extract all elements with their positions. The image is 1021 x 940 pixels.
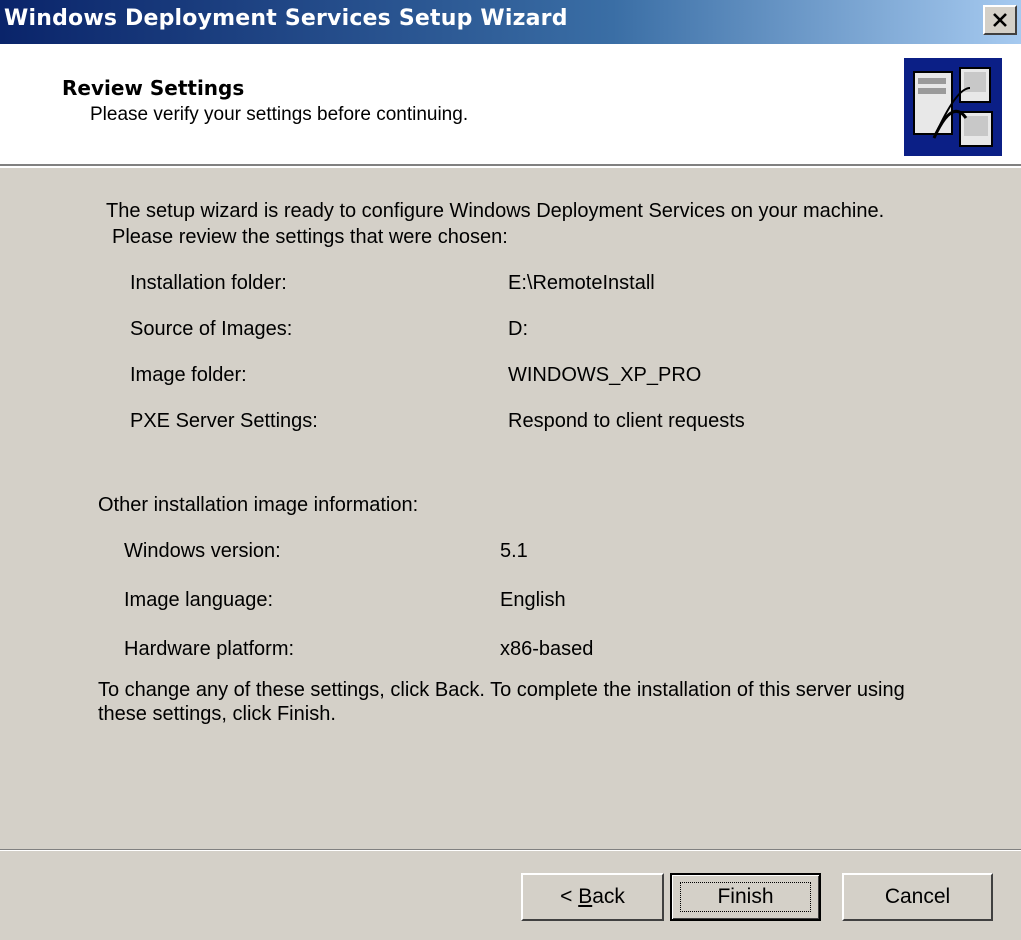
page-subtitle: Please verify your settings before conti…: [90, 104, 469, 125]
finish-button-label: Finish: [680, 882, 811, 912]
button-separator: [0, 849, 1021, 851]
close-button[interactable]: [983, 5, 1017, 35]
wizard-content: The setup wizard is ready to configure W…: [0, 168, 1021, 840]
info-label-windows-version: Windows version:: [124, 540, 281, 562]
info-value-hardware-platform: x86-based: [500, 638, 594, 660]
page-title: Review Settings: [62, 76, 245, 100]
intro-text: The setup wizard is ready to configure W…: [106, 198, 986, 250]
setting-label-installation-folder: Installation folder:: [130, 272, 287, 294]
wizard-header: Review Settings Please verify your setti…: [0, 44, 1021, 168]
intro-line-2: Please review the settings that were cho…: [112, 226, 508, 248]
setting-label-source-of-images: Source of Images:: [130, 318, 293, 340]
other-info-heading: Other installation image information:: [98, 494, 419, 516]
finish-button[interactable]: Finish: [670, 873, 821, 921]
setting-label-pxe-server: PXE Server Settings:: [130, 410, 318, 432]
window-title: Windows Deployment Services Setup Wizard: [4, 6, 568, 31]
setting-value-installation-folder: E:\RemoteInstall: [508, 272, 655, 294]
info-value-windows-version: 5.1: [500, 540, 528, 562]
close-icon: [993, 13, 1007, 27]
cancel-button[interactable]: Cancel: [842, 873, 993, 921]
intro-line-1: The setup wizard is ready to configure W…: [106, 200, 885, 222]
back-button-prefix: <: [560, 885, 579, 908]
setting-value-pxe-server: Respond to client requests: [508, 410, 745, 432]
info-label-image-language: Image language:: [124, 589, 274, 611]
cancel-button-label: Cancel: [884, 885, 951, 908]
info-label-hardware-platform: Hardware platform:: [124, 638, 295, 660]
title-bar[interactable]: Windows Deployment Services Setup Wizard: [0, 0, 1021, 44]
info-value-image-language: English: [500, 589, 566, 611]
wizard-header-icon: [904, 58, 1002, 156]
setting-value-image-folder: WINDOWS_XP_PRO: [508, 364, 702, 386]
setting-label-image-folder: Image folder:: [130, 364, 247, 386]
setting-value-source-of-images: D:: [508, 318, 528, 340]
back-button-label: ack: [592, 885, 625, 908]
wizard-window: Windows Deployment Services Setup Wizard…: [0, 0, 1021, 940]
back-button[interactable]: < Back: [521, 873, 664, 921]
instructions-text: To change any of these settings, click B…: [98, 679, 905, 725]
back-button-mnemonic: B: [578, 885, 593, 908]
